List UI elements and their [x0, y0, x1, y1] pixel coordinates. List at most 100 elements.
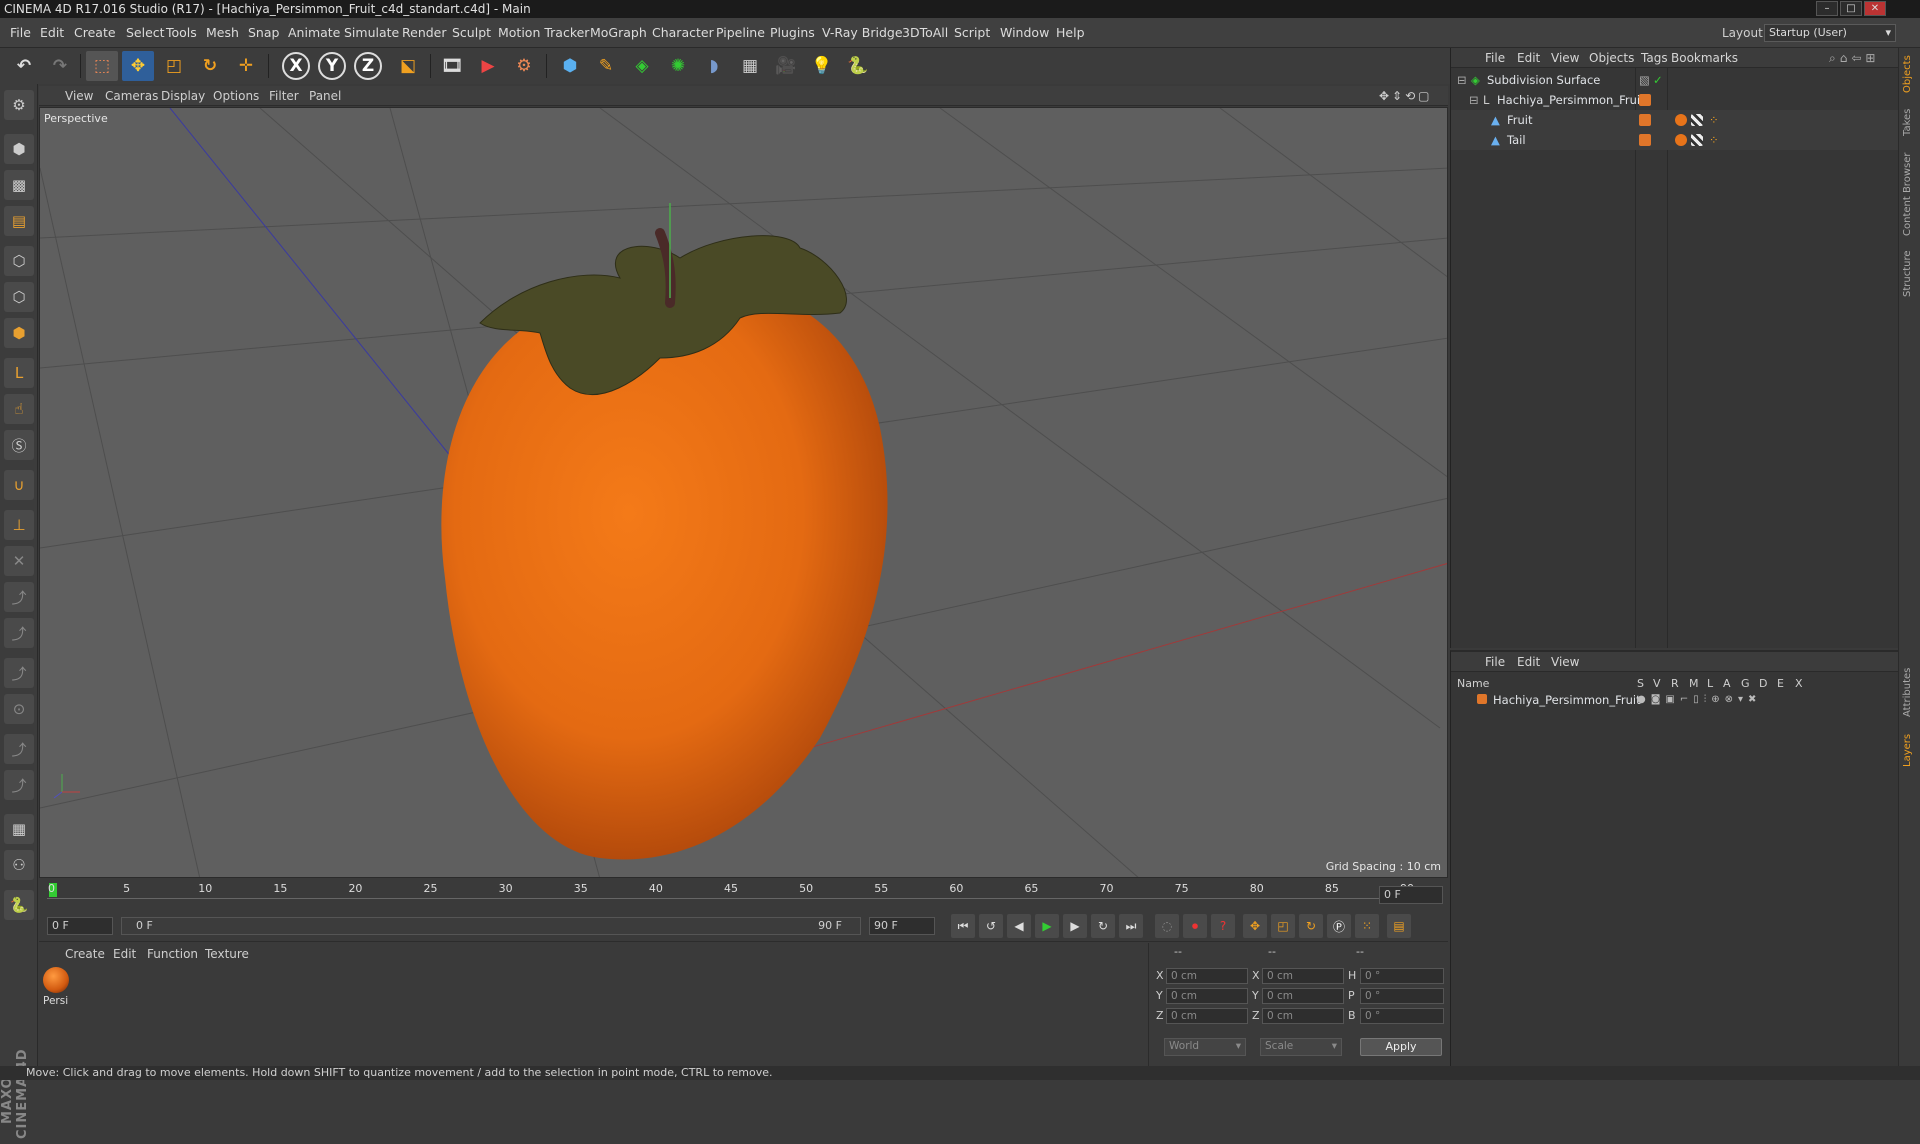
array-icon[interactable]: ✺ [662, 51, 694, 81]
menu-3dtoall[interactable]: 3DToAll [902, 18, 948, 48]
om-menu-view[interactable]: View [1551, 48, 1579, 68]
viewport-menu-options[interactable]: Options [213, 86, 259, 106]
points-mode-icon[interactable]: ⬡ [4, 246, 34, 276]
close-button[interactable]: ✕ [1864, 1, 1886, 16]
z-axis-icon[interactable]: Z [354, 52, 382, 80]
key-rotation-icon[interactable]: ↻ [1299, 914, 1323, 938]
viewport-menu-panel[interactable]: Panel [309, 86, 341, 106]
material-tag-icon[interactable] [1675, 134, 1687, 146]
tab-content-browser[interactable]: Content Browser [1902, 146, 1918, 242]
om-menu-objects[interactable]: Objects [1589, 48, 1634, 68]
workplane-icon[interactable]: ▤ [4, 206, 34, 236]
live-selection-icon[interactable]: ⬚ [86, 51, 118, 81]
edges-mode-icon[interactable]: ⬡ [4, 282, 34, 312]
lm-menu-view[interactable]: View [1551, 652, 1579, 672]
material-tag-icon[interactable] [1675, 114, 1687, 126]
viewport-menu-filter[interactable]: Filter [269, 86, 299, 106]
menu-snap[interactable]: Snap [248, 18, 279, 48]
sculpt-brush-icon[interactable]: ⤴ [4, 770, 34, 800]
workplane-axis-icon[interactable]: ⊥ [4, 510, 34, 540]
brush-icon[interactable]: ⤴ [4, 734, 34, 764]
menu-window[interactable]: Window [1000, 18, 1049, 48]
material-menu-function[interactable]: Function [147, 943, 198, 965]
keyframe-icon[interactable]: ◌ [1155, 914, 1179, 938]
subdivision-icon[interactable]: ◈ [626, 51, 658, 81]
menu-render[interactable]: Render [402, 18, 447, 48]
apply-button[interactable]: Apply [1360, 1038, 1442, 1056]
pos-y-field[interactable]: 0 cm [1166, 988, 1248, 1004]
floor-icon[interactable]: ▦ [734, 51, 766, 81]
python-icon[interactable]: 🐍 [842, 51, 874, 81]
next-frame-icon[interactable]: ▶ [1063, 914, 1087, 938]
layer-color-chip[interactable] [1639, 94, 1651, 106]
go-to-end-icon[interactable]: ⏭ [1119, 914, 1143, 938]
key-position-icon[interactable]: ✥ [1243, 914, 1267, 938]
om-menu-bookmarks[interactable]: Bookmarks [1671, 48, 1738, 68]
perspective-viewport[interactable]: Perspective Grid Spacing : 10 cm [39, 107, 1448, 878]
key-scale-icon[interactable]: ◰ [1271, 914, 1295, 938]
phong-tag-icon[interactable]: ⁘ [1709, 130, 1719, 150]
material-swatch[interactable] [43, 967, 69, 993]
object-row-hachiya[interactable]: ⊟ L Hachiya_Persimmon_Fruit [1451, 90, 1899, 110]
viewport-menu-cameras[interactable]: Cameras [105, 86, 158, 106]
material-menu-create[interactable]: Create [65, 943, 105, 965]
rotate-icon[interactable]: ↻ [194, 51, 226, 81]
menu-sculpt[interactable]: Sculpt [452, 18, 491, 48]
scale-icon[interactable]: ◰ [158, 51, 190, 81]
make-editable-icon[interactable]: ⚙ [4, 90, 34, 120]
rot-h-field[interactable]: 0 ° [1360, 968, 1444, 984]
polygons-mode-icon[interactable]: ⬢ [4, 318, 34, 348]
pen-icon[interactable]: ✎ [590, 51, 622, 81]
object-row-fruit[interactable]: ▲ Fruit ⁘ [1451, 110, 1899, 130]
axis-mode-icon[interactable]: L [4, 358, 34, 388]
menu-help[interactable]: Help [1056, 18, 1085, 48]
layout-dropdown[interactable]: Startup (User) ▾ [1764, 24, 1896, 42]
om-menu-tags[interactable]: Tags [1641, 48, 1668, 68]
record-icon[interactable]: ⏺ [1183, 914, 1207, 938]
move-recent-icon[interactable]: ✛ [230, 51, 262, 81]
light-icon[interactable]: 💡 [806, 51, 838, 81]
range-slider[interactable]: 0 F 90 F [121, 917, 861, 935]
end-frame-field[interactable]: 90 F [869, 917, 935, 935]
uvw-tag-icon[interactable] [1691, 114, 1703, 126]
current-frame-field[interactable]: 0 F [1379, 886, 1443, 904]
viewport-nav-icons[interactable]: ✥⇕⟲▢ [1379, 86, 1433, 106]
layer-row[interactable]: Hachiya_Persimmon_Fruit ●◙▣⌐▯⫶⊕⊗▾✖ [1451, 690, 1899, 710]
minimize-button[interactable]: – [1816, 1, 1838, 16]
material-menu-edit[interactable]: Edit [113, 943, 136, 965]
pos-z-field[interactable]: 0 cm [1166, 1008, 1248, 1024]
layer-color-chip[interactable] [1639, 114, 1651, 126]
timeline-ruler[interactable]: 051015202530354045505560657075808590 0 F [39, 880, 1448, 910]
coordinate-space-dropdown[interactable]: World ▾ [1164, 1038, 1246, 1056]
render-active-icon[interactable]: ▶ [472, 51, 504, 81]
menu-script[interactable]: Script [954, 18, 990, 48]
visibility-dots[interactable]: ▧ [1639, 70, 1650, 90]
menu-file[interactable]: File [10, 18, 31, 48]
size-x-field[interactable]: 0 cm [1262, 968, 1344, 984]
lock-grid-icon[interactable]: ▦ [4, 814, 34, 844]
menu-create[interactable]: Create [74, 18, 116, 48]
tweak-mode-icon[interactable]: ☝ [4, 394, 34, 424]
camera-icon[interactable]: 🎥 [770, 51, 802, 81]
viewport-menu-view[interactable]: View [65, 86, 93, 106]
size-z-field[interactable]: 0 cm [1262, 1008, 1344, 1024]
cube-icon[interactable]: ⬢ [554, 51, 586, 81]
deformer-icon[interactable]: ◗ [698, 51, 730, 81]
om-menu-edit[interactable]: Edit [1517, 48, 1540, 68]
rot-p-field[interactable]: 0 ° [1360, 988, 1444, 1004]
render-view-icon[interactable]: 🎞 [436, 51, 468, 81]
lm-menu-edit[interactable]: Edit [1517, 652, 1540, 672]
uvw-tag-icon[interactable] [1691, 134, 1703, 146]
lock-y-icon[interactable]: ⤴ [4, 582, 34, 612]
x-axis-icon[interactable]: X [282, 52, 310, 80]
menu-mograph[interactable]: MoGraph [590, 18, 647, 48]
menu-pipeline[interactable]: Pipeline [716, 18, 765, 48]
redo-icon[interactable]: ↷ [44, 51, 76, 81]
menu-tools[interactable]: Tools [166, 18, 197, 48]
render-settings-icon[interactable]: ⚙ [508, 51, 540, 81]
material-name[interactable]: Persi [43, 995, 68, 1007]
object-row-tail[interactable]: ▲ Tail ⁘ [1451, 130, 1899, 150]
maximize-button[interactable]: □ [1840, 1, 1862, 16]
lock-z-icon[interactable]: ⤴ [4, 618, 34, 648]
phong-tag-icon[interactable]: ⁘ [1709, 110, 1719, 130]
